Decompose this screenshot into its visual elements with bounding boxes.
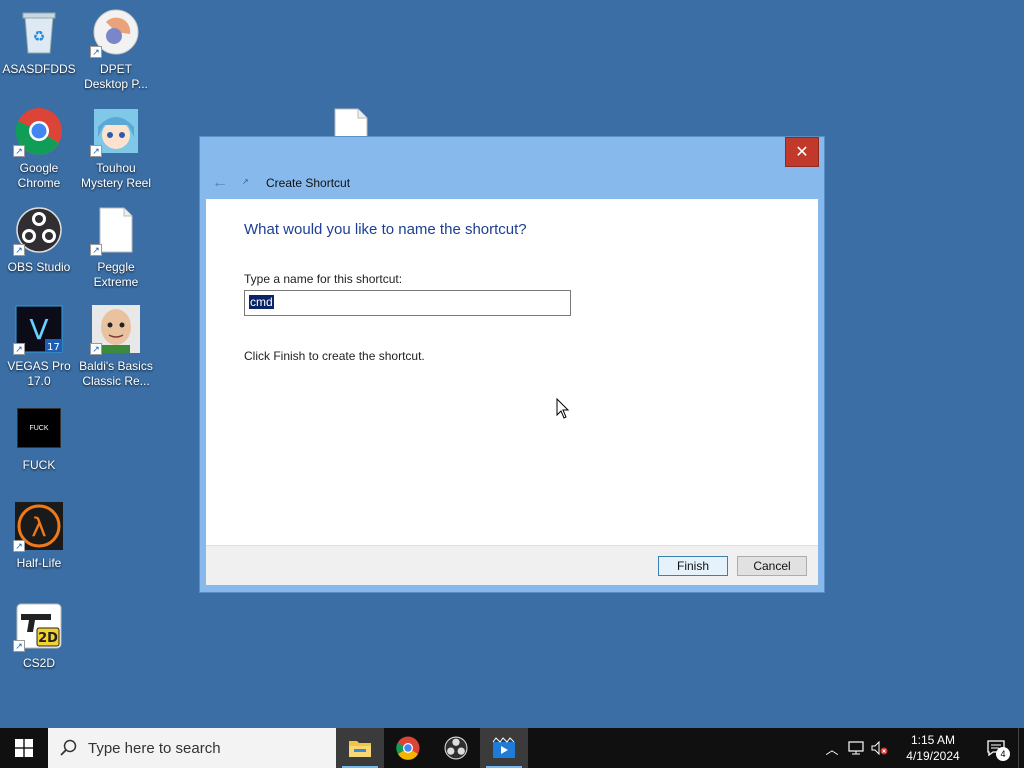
shortcut-icon: ↗ xyxy=(242,177,249,186)
file-explorer-icon xyxy=(349,741,371,757)
close-icon: ✕ xyxy=(795,144,809,161)
vegas-version-text: 17 xyxy=(47,342,60,353)
clock-time: 1:15 AM xyxy=(910,733,956,747)
desktop-icon-vegas-pro[interactable]: V 17 ↗ VEGAS Pro 17.0 xyxy=(1,305,77,389)
desktop-icon-dpet[interactable]: ↗ DPET Desktop P... xyxy=(78,8,154,92)
desktop-icon-label: Touhou Mystery Reel xyxy=(80,161,151,190)
baldi-icon: ↗ xyxy=(90,305,140,355)
svg-text:λ: λ xyxy=(31,513,46,543)
start-button[interactable] xyxy=(0,728,48,768)
dialog-content: What would you like to name the shortcut… xyxy=(206,199,818,585)
shortcut-name-label: Type a name for this shortcut: xyxy=(244,272,403,286)
obs-icon: ↗ xyxy=(13,206,63,256)
black-app-icon-text: FUCK xyxy=(29,424,49,432)
desktop-icon-cs2d[interactable]: 2D ↗ CS2D xyxy=(1,602,77,671)
shortcut-arrow-icon: ↗ xyxy=(13,343,25,355)
touhou-icon: ↗ xyxy=(90,107,140,157)
chrome-icon: ↗ xyxy=(13,107,63,157)
taskbar-search-box[interactable]: Type here to search xyxy=(48,728,336,768)
search-placeholder: Type here to search xyxy=(88,739,221,757)
system-tray: ︿ 1:15 AM 4/19/2024 4 xyxy=(820,728,1024,768)
desktop-icon-label: OBS Studio xyxy=(7,260,71,274)
desktop-icon-peggle-extreme[interactable]: ↗ Peggle Extreme xyxy=(78,206,154,290)
black-app-icon: FUCK xyxy=(15,404,63,452)
desktop-icon-label: Baldi's Basics Classic Re... xyxy=(79,359,153,388)
taskbar: Type here to search ︿ 1:15 AM 4/19/2024 … xyxy=(0,728,1024,768)
shortcut-arrow-icon: ↗ xyxy=(13,145,25,157)
taskbar-file-explorer[interactable] xyxy=(336,728,384,768)
chevron-up-icon[interactable]: ︿ xyxy=(820,739,844,758)
desktop-icon-label: CS2D xyxy=(22,656,55,670)
cancel-button[interactable]: Cancel xyxy=(737,556,807,576)
dialog-header: ← ↗ Create Shortcut xyxy=(208,167,816,199)
taskbar-obs[interactable] xyxy=(432,728,480,768)
desktop-icon-label: Google Chrome xyxy=(17,161,61,190)
taskbar-chrome[interactable] xyxy=(384,728,432,768)
desktop-icon-label: Half-Life xyxy=(16,556,62,570)
cs2d-icon-text: 2D xyxy=(38,631,58,646)
blank-file-icon xyxy=(334,108,368,139)
shortcut-arrow-icon: ↗ xyxy=(13,540,25,552)
desktop-icon-baldis-basics[interactable]: ↗ Baldi's Basics Classic Re... xyxy=(78,305,154,389)
chrome-icon xyxy=(396,736,420,760)
desktop-icon-touhou[interactable]: ↗ Touhou Mystery Reel xyxy=(78,107,154,191)
desktop-icon-label: ASASDFDDS xyxy=(2,62,76,76)
windows-logo-icon xyxy=(15,739,33,757)
shortcut-arrow-icon: ↗ xyxy=(90,343,102,355)
back-arrow-icon[interactable]: ← xyxy=(212,174,234,192)
shortcut-arrow-icon: ↗ xyxy=(90,244,102,256)
half-life-icon: λ ↗ xyxy=(13,502,63,552)
vegas-icon: V 17 ↗ xyxy=(13,305,63,355)
dialog-heading: What would you like to name the shortcut… xyxy=(244,221,527,238)
action-center-button[interactable]: 4 xyxy=(974,728,1018,768)
dialog-title: Create Shortcut xyxy=(266,176,351,190)
desktop-icon-label: FUCK xyxy=(22,458,56,472)
network-icon[interactable] xyxy=(844,741,868,755)
taskbar-media-app[interactable] xyxy=(480,728,528,768)
blank-file-icon: ↗ xyxy=(90,206,140,256)
desktop-icon-label: VEGAS Pro 17.0 xyxy=(7,359,71,388)
shortcut-arrow-icon: ↗ xyxy=(90,145,102,157)
svg-text:♻: ♻ xyxy=(33,29,46,45)
notification-count-badge: 4 xyxy=(996,747,1010,761)
finish-hint-text: Click Finish to create the shortcut. xyxy=(244,349,425,363)
create-shortcut-dialog: ✕ ← ↗ Create Shortcut What would you lik… xyxy=(199,136,825,593)
desktop-icon-half-life[interactable]: λ ↗ Half-Life xyxy=(1,502,77,571)
desktop-icon-label: DPET Desktop P... xyxy=(84,62,148,91)
media-player-icon xyxy=(492,737,515,758)
taskbar-clock[interactable]: 1:15 AM 4/19/2024 xyxy=(898,732,968,764)
shortcut-arrow-icon: ↗ xyxy=(90,46,102,58)
recycle-bin-icon: ♻ xyxy=(15,8,63,56)
clock-date: 4/19/2024 xyxy=(906,749,960,763)
finish-button[interactable]: Finish xyxy=(658,556,728,576)
obs-icon xyxy=(444,736,468,760)
volume-muted-icon[interactable] xyxy=(868,741,892,755)
desktop-icon-google-chrome[interactable]: ↗ Google Chrome xyxy=(1,107,77,191)
search-icon xyxy=(60,739,77,756)
shortcut-arrow-icon: ↗ xyxy=(13,244,25,256)
shortcut-arrow-icon: ↗ xyxy=(13,640,25,652)
desktop-icon-label: Peggle Extreme xyxy=(93,260,139,289)
mouse-cursor-icon xyxy=(556,398,570,419)
dpet-icon: ↗ xyxy=(90,8,140,58)
dialog-footer: Finish Cancel xyxy=(206,545,818,585)
show-desktop-button[interactable] xyxy=(1018,728,1024,768)
desktop-icon-fuck[interactable]: FUCK FUCK xyxy=(1,404,77,473)
shortcut-name-value: cmd xyxy=(249,295,274,309)
cs2d-icon: 2D ↗ xyxy=(13,602,63,652)
close-button[interactable]: ✕ xyxy=(785,137,819,167)
desktop-icon-recycle-bin[interactable]: ♻ ASASDFDDS xyxy=(1,8,77,77)
desktop-icon-obs-studio[interactable]: ↗ OBS Studio xyxy=(1,206,77,275)
shortcut-name-input[interactable]: cmd xyxy=(244,290,571,316)
